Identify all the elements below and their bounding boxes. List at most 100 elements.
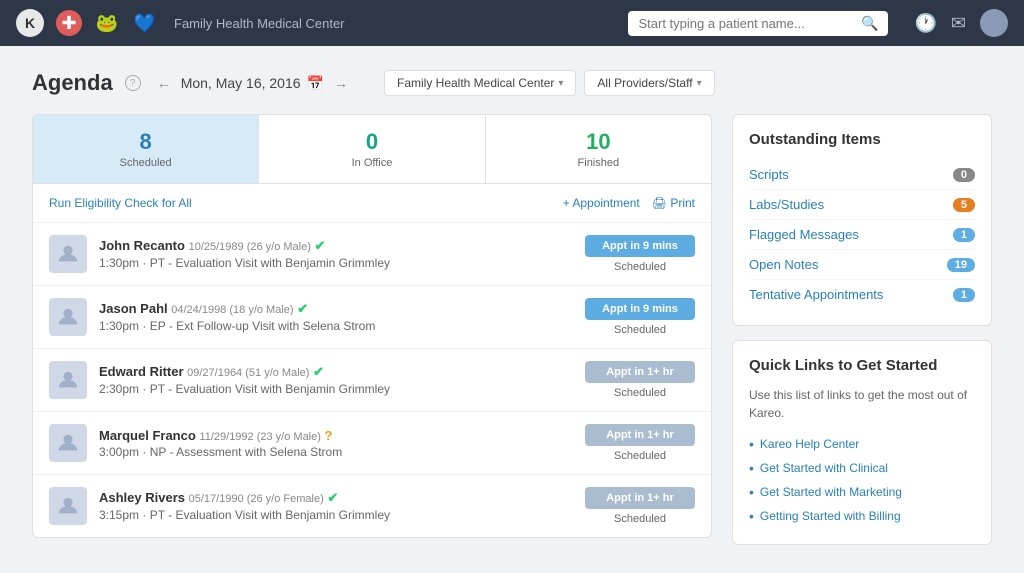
quick-link[interactable]: Get Started with Marketing bbox=[760, 485, 902, 499]
appt-detail: 3:00pm · NP - Assessment with Selena Str… bbox=[99, 445, 573, 459]
quick-links-list: Kareo Help Center Get Started with Clinic… bbox=[749, 432, 975, 528]
topnav: K ✚ 🐸 💙 Family Health Medical Center 🔍 🕐… bbox=[0, 0, 1024, 46]
outstanding-item[interactable]: Scripts 0 bbox=[749, 160, 975, 190]
patient-name[interactable]: John Recanto 10/25/1989 (26 y/o Male) ✔ bbox=[99, 238, 573, 254]
patient-meta: 09/27/1964 (51 y/o Male) bbox=[187, 367, 309, 379]
scheduled-count: 8 bbox=[43, 129, 248, 155]
heart-icon[interactable]: 💙 bbox=[132, 10, 158, 36]
print-button[interactable]: 🖨 Print bbox=[652, 196, 695, 210]
stat-scheduled[interactable]: 8 Scheduled bbox=[33, 115, 259, 183]
list-item: Kareo Help Center bbox=[749, 432, 975, 456]
appointment-row: Marquel Franco 11/29/1992 (23 y/o Male) … bbox=[33, 412, 711, 475]
patient-avatar bbox=[49, 424, 87, 462]
patient-meta: 05/17/1990 (26 y/o Female) bbox=[189, 493, 324, 505]
outstanding-label: Flagged Messages bbox=[749, 227, 859, 242]
verified-icon: ✔ bbox=[315, 238, 326, 253]
app-logo[interactable]: K bbox=[16, 9, 44, 37]
patient-avatar bbox=[49, 298, 87, 336]
appt-status: Appt in 9 mins Scheduled bbox=[585, 235, 695, 273]
outstanding-label: Tentative Appointments bbox=[749, 287, 883, 302]
unverified-icon: ? bbox=[325, 428, 333, 443]
outstanding-label: Open Notes bbox=[749, 257, 818, 272]
quick-links-card: Quick Links to Get Started Use this list… bbox=[732, 340, 992, 545]
appt-status-label: Scheduled bbox=[614, 261, 666, 273]
outstanding-items-list: Scripts 0 Labs/Studies 5 Flagged Message… bbox=[749, 160, 975, 309]
patient-meta: 04/24/1998 (18 y/o Male) bbox=[171, 304, 293, 316]
patient-name[interactable]: Ashley Rivers 05/17/1990 (26 y/o Female)… bbox=[99, 490, 573, 506]
appt-time-button[interactable]: Appt in 1+ hr bbox=[585, 424, 695, 446]
outstanding-item[interactable]: Flagged Messages 1 bbox=[749, 220, 975, 250]
stat-inoffice[interactable]: 0 In Office bbox=[259, 115, 485, 183]
appt-status-label: Scheduled bbox=[614, 450, 666, 462]
list-item: Get Started with Clinical bbox=[749, 456, 975, 480]
agenda-filters: Family Health Medical Center ▾ All Provi… bbox=[384, 70, 715, 96]
search-input[interactable] bbox=[638, 16, 861, 31]
caret-icon: ▾ bbox=[697, 78, 702, 89]
outstanding-badge: 1 bbox=[953, 288, 975, 302]
outstanding-item[interactable]: Open Notes 19 bbox=[749, 250, 975, 280]
finished-label: Finished bbox=[496, 157, 701, 169]
search-icon: 🔍 bbox=[861, 15, 878, 32]
appt-info: Edward Ritter 09/27/1964 (51 y/o Male) ✔… bbox=[99, 364, 573, 396]
run-eligibility-link[interactable]: Run Eligibility Check for All bbox=[49, 196, 192, 210]
appt-status: Appt in 1+ hr Scheduled bbox=[585, 361, 695, 399]
messages-icon[interactable]: ✉ bbox=[951, 13, 966, 34]
appt-detail: 1:30pm · EP - Ext Follow-up Visit with S… bbox=[99, 319, 573, 333]
inoffice-label: In Office bbox=[269, 157, 474, 169]
provider-filter[interactable]: All Providers/Staff ▾ bbox=[584, 70, 714, 96]
patient-name[interactable]: Jason Pahl 04/24/1998 (18 y/o Male) ✔ bbox=[99, 301, 573, 317]
appt-info: John Recanto 10/25/1989 (26 y/o Male) ✔ … bbox=[99, 238, 573, 270]
outstanding-items-card: Outstanding Items Scripts 0 Labs/Studies… bbox=[732, 114, 992, 326]
appt-status-label: Scheduled bbox=[614, 387, 666, 399]
search-bar[interactable]: 🔍 bbox=[628, 11, 888, 36]
patient-avatar bbox=[49, 361, 87, 399]
appt-time-button[interactable]: Appt in 1+ hr bbox=[585, 487, 695, 509]
calendar-icon[interactable]: 📅 bbox=[307, 75, 324, 92]
location-filter[interactable]: Family Health Medical Center ▾ bbox=[384, 70, 576, 96]
appt-time-button[interactable]: Appt in 1+ hr bbox=[585, 361, 695, 383]
appointment-row: John Recanto 10/25/1989 (26 y/o Male) ✔ … bbox=[33, 223, 711, 286]
stats-row: 8 Scheduled 0 In Office 10 Finished bbox=[32, 114, 712, 184]
help-icon[interactable]: ? bbox=[125, 75, 141, 91]
history-icon[interactable]: 🕐 bbox=[914, 13, 936, 34]
verified-icon: ✔ bbox=[313, 364, 324, 379]
verified-icon: ✔ bbox=[327, 490, 338, 505]
appointment-row: Jason Pahl 04/24/1998 (18 y/o Male) ✔ 1:… bbox=[33, 286, 711, 349]
next-date-button[interactable]: → bbox=[330, 73, 352, 93]
list-item: Getting Started with Billing bbox=[749, 504, 975, 528]
appt-time-button[interactable]: Appt in 9 mins bbox=[585, 298, 695, 320]
appointment-row: Edward Ritter 09/27/1964 (51 y/o Male) ✔… bbox=[33, 349, 711, 412]
appt-items-container: John Recanto 10/25/1989 (26 y/o Male) ✔ … bbox=[33, 223, 711, 537]
outstanding-item[interactable]: Tentative Appointments 1 bbox=[749, 280, 975, 309]
patient-name[interactable]: Marquel Franco 11/29/1992 (23 y/o Male) … bbox=[99, 428, 573, 443]
frog-icon[interactable]: 🐸 bbox=[94, 10, 120, 36]
left-panel: 8 Scheduled 0 In Office 10 Finished Run … bbox=[32, 114, 712, 545]
patient-name[interactable]: Edward Ritter 09/27/1964 (51 y/o Male) ✔ bbox=[99, 364, 573, 380]
add-icon[interactable]: ✚ bbox=[56, 10, 82, 36]
quick-link[interactable]: Get Started with Clinical bbox=[760, 461, 888, 475]
appt-detail: 3:15pm · PT - Evaluation Visit with Benj… bbox=[99, 508, 573, 522]
scheduled-label: Scheduled bbox=[43, 157, 248, 169]
outstanding-badge: 1 bbox=[953, 228, 975, 242]
caret-icon: ▾ bbox=[558, 78, 563, 89]
outstanding-item[interactable]: Labs/Studies 5 bbox=[749, 190, 975, 220]
outstanding-label: Scripts bbox=[749, 167, 789, 182]
page-title: Agenda bbox=[32, 70, 113, 96]
appt-info: Ashley Rivers 05/17/1990 (26 y/o Female)… bbox=[99, 490, 573, 522]
appt-detail: 1:30pm · PT - Evaluation Visit with Benj… bbox=[99, 256, 573, 270]
prev-date-button[interactable]: ← bbox=[153, 73, 175, 93]
patient-avatar bbox=[49, 235, 87, 273]
main-layout: 8 Scheduled 0 In Office 10 Finished Run … bbox=[32, 114, 992, 545]
outstanding-badge: 5 bbox=[953, 198, 975, 212]
quick-link[interactable]: Getting Started with Billing bbox=[760, 509, 901, 523]
date-nav: ← Mon, May 16, 2016 📅 → bbox=[153, 73, 352, 93]
appt-time-button[interactable]: Appt in 9 mins bbox=[585, 235, 695, 257]
patient-avatar bbox=[49, 487, 87, 525]
outstanding-title: Outstanding Items bbox=[749, 131, 975, 148]
finished-count: 10 bbox=[496, 129, 701, 155]
stat-finished[interactable]: 10 Finished bbox=[486, 115, 711, 183]
user-avatar[interactable] bbox=[980, 9, 1008, 37]
quick-link[interactable]: Kareo Help Center bbox=[760, 437, 859, 451]
patient-meta: 10/25/1989 (26 y/o Male) bbox=[189, 241, 311, 253]
add-appointment-button[interactable]: + Appointment bbox=[563, 196, 640, 210]
